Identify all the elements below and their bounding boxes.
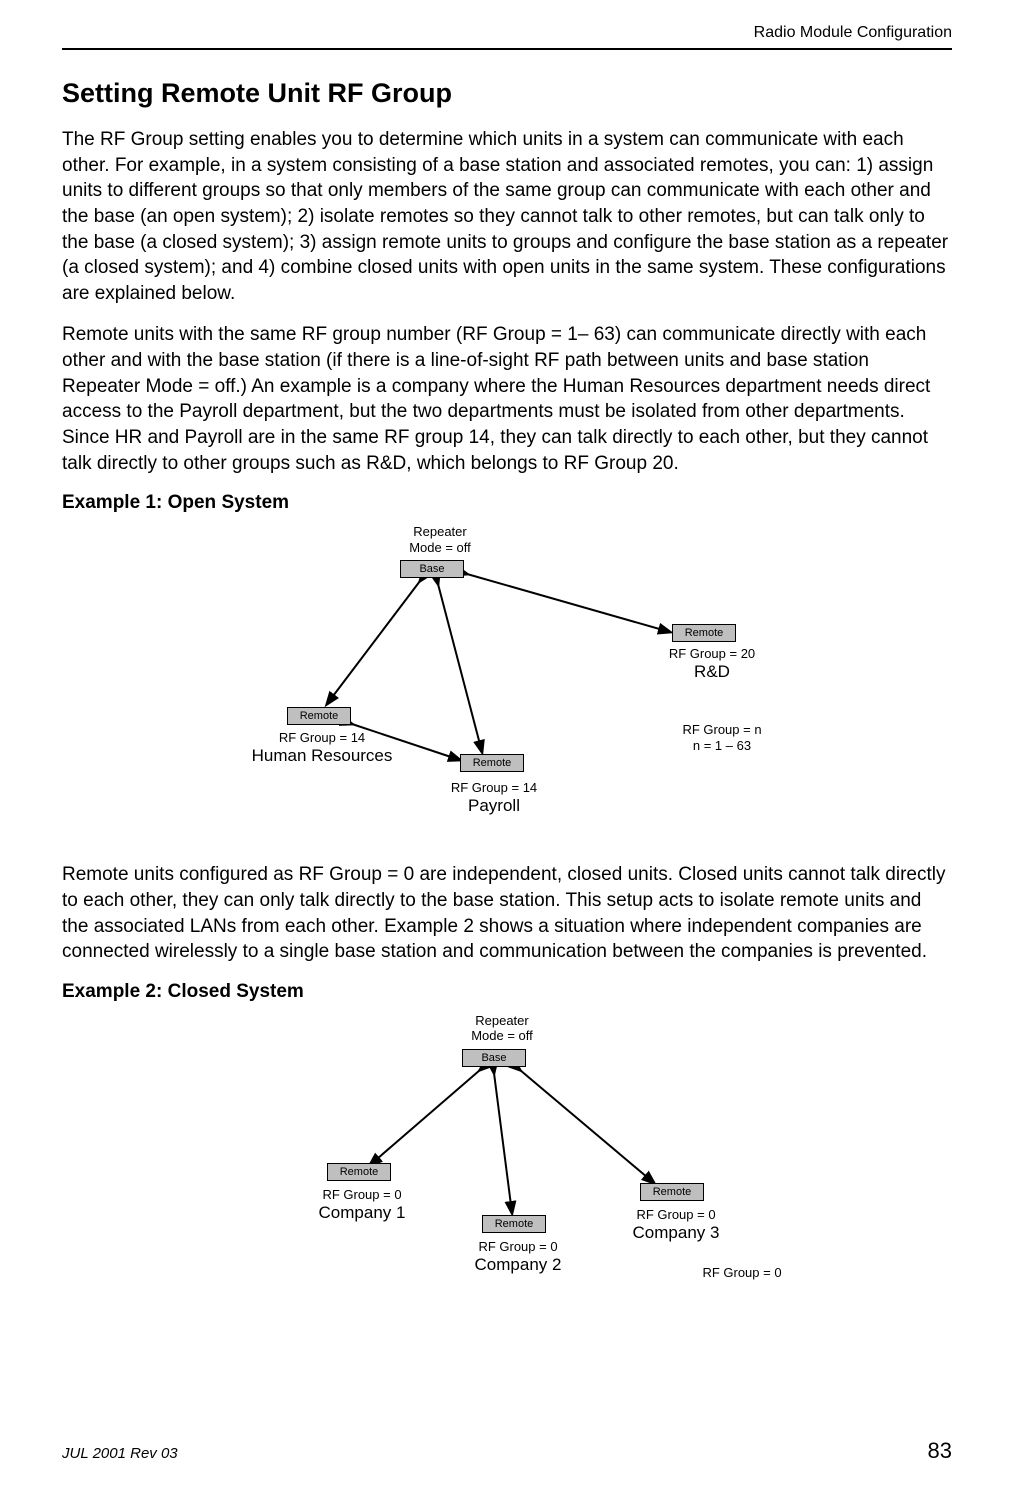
diagram-1-remote-payroll: Remote bbox=[460, 754, 524, 772]
diagram-1-remote-rd: Remote bbox=[672, 624, 736, 642]
header-rule bbox=[62, 48, 952, 50]
page-footer: JUL 2001 Rev 03 83 bbox=[62, 1438, 952, 1464]
diagram-2-legend: RF Group = 0 bbox=[662, 1265, 822, 1281]
diagram-1-rd-group: RF Group = 20 bbox=[642, 646, 782, 662]
diagram-1-remote-hr: Remote bbox=[287, 707, 351, 725]
diagram-2-c3-name: Company 3 bbox=[596, 1223, 756, 1243]
diagram-1-payroll-group: RF Group = 14 bbox=[414, 780, 574, 796]
diagram-2-repeater-line1: Repeater bbox=[475, 1013, 528, 1028]
diagram-1-base-node: Base bbox=[400, 560, 464, 578]
diagram-2-c3-group: RF Group = 0 bbox=[596, 1207, 756, 1223]
diagram-1-hr-group: RF Group = 14 bbox=[232, 730, 412, 746]
diagram-2-c1-name: Company 1 bbox=[282, 1203, 442, 1223]
diagram-2-remote-c1: Remote bbox=[327, 1163, 391, 1181]
diagram-2-base-node: Base bbox=[462, 1049, 526, 1067]
diagram-1-repeater-line2: Mode = off bbox=[409, 540, 471, 555]
diagram-2-remote-c3: Remote bbox=[640, 1183, 704, 1201]
diagram-1-legend-line2: n = 1 – 63 bbox=[693, 738, 751, 753]
diagram-2-remote-c2: Remote bbox=[482, 1215, 546, 1233]
body-paragraph-1: The RF Group setting enables you to dete… bbox=[62, 127, 952, 306]
diagram-1-repeater-line1: Repeater bbox=[413, 524, 466, 539]
footer-date: JUL 2001 Rev 03 bbox=[62, 1445, 178, 1462]
diagram-1-legend-line1: RF Group = n bbox=[682, 722, 761, 737]
header-section: Radio Module Configuration bbox=[62, 24, 952, 42]
diagram-2-repeater-label: Repeater Mode = off bbox=[442, 1013, 562, 1044]
diagram-open-system: Repeater Mode = off Base Remote RF Group… bbox=[62, 524, 952, 844]
example-2-heading: Example 2: Closed System bbox=[62, 981, 952, 1003]
diagram-1-repeater-label: Repeater Mode = off bbox=[380, 524, 500, 555]
footer-page-number: 83 bbox=[928, 1438, 952, 1464]
example-1-heading: Example 1: Open System bbox=[62, 492, 952, 514]
body-paragraph-3: Remote units configured as RF Group = 0 … bbox=[62, 862, 952, 965]
diagram-2-repeater-line2: Mode = off bbox=[471, 1028, 533, 1043]
diagram-closed-system: Repeater Mode = off Base Remote RF Group… bbox=[62, 1013, 952, 1313]
diagram-2-c2-group: RF Group = 0 bbox=[438, 1239, 598, 1255]
diagram-2-c2-name: Company 2 bbox=[438, 1255, 598, 1275]
diagram-1-payroll-name: Payroll bbox=[414, 796, 574, 816]
diagram-1-rd-name: R&D bbox=[642, 662, 782, 682]
diagram-1-legend: RF Group = n n = 1 – 63 bbox=[642, 722, 802, 753]
page-title: Setting Remote Unit RF Group bbox=[62, 78, 952, 109]
body-paragraph-2: Remote units with the same RF group numb… bbox=[62, 322, 952, 476]
diagram-2-c1-group: RF Group = 0 bbox=[282, 1187, 442, 1203]
diagram-1-hr-name: Human Resources bbox=[212, 746, 432, 766]
